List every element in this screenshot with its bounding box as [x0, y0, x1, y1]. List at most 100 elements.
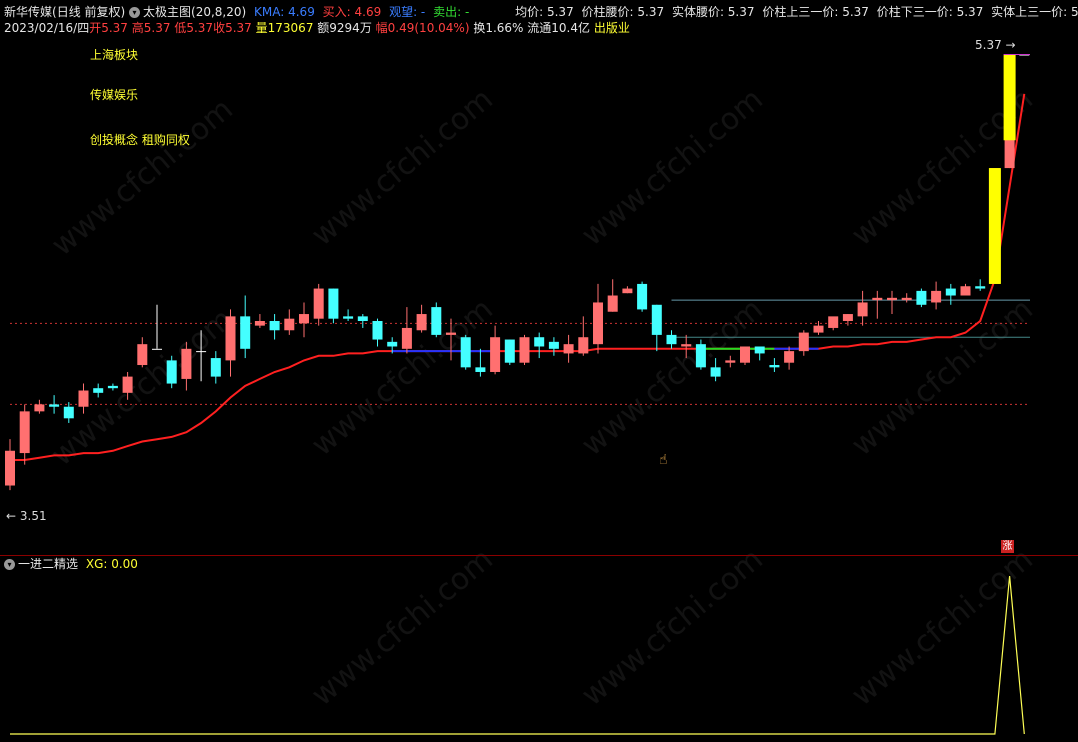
candle-body [269, 321, 280, 331]
candle-body [710, 367, 721, 377]
quote-low: 低5.37 [174, 21, 214, 35]
xg-line [10, 575, 1025, 735]
quote-amount: 额9294万 [317, 21, 372, 35]
candle-body [945, 288, 956, 296]
candle-body [166, 360, 177, 384]
candle-body [34, 404, 45, 412]
candle-body [740, 346, 750, 363]
candle-body [372, 321, 383, 340]
candle-body [107, 385, 118, 389]
candle-body [5, 450, 15, 486]
candle-body [887, 297, 897, 301]
candle-body [19, 411, 30, 454]
lower-third-price: 价柱下三一价: 5.37 [876, 5, 984, 19]
quote-float: 流通10.4亿 [527, 21, 591, 35]
quote-high: 高5.37 [131, 21, 171, 35]
signal-bar [1003, 54, 1016, 141]
entity-upper-third-price: 实体上三一价: 5.37 [991, 5, 1078, 19]
candle-body [651, 304, 662, 335]
candlestick-chart[interactable] [0, 36, 1078, 536]
candle-body [769, 365, 780, 368]
candle-body [254, 321, 265, 326]
quote-bar: 2023/02/16/四开5.37 高5.37 低5.37收5.37 量1730… [4, 20, 630, 36]
candle-body [725, 360, 736, 363]
candle-body [695, 344, 706, 368]
candle-body [401, 327, 412, 349]
price-low-label: ← 3.51 [6, 509, 47, 523]
candle-body [313, 288, 324, 319]
settings-icon[interactable]: ▾ [129, 7, 141, 18]
candle-body [534, 337, 545, 347]
candle-body [916, 290, 927, 305]
candle-body [181, 348, 192, 379]
candle-body [387, 341, 398, 347]
candle-body [225, 316, 236, 361]
period-label[interactable]: (日线 前复权) [52, 5, 125, 19]
candle-body [357, 316, 368, 321]
indicator-name[interactable]: 太极主图(20,8,20) [143, 5, 246, 19]
candle-body [63, 406, 74, 419]
candle-body [343, 316, 354, 319]
stock-name[interactable]: 新华传媒 [4, 5, 52, 19]
candle-body [93, 388, 104, 393]
quote-turnover: 换1.66% [473, 21, 524, 35]
candle-body [460, 337, 471, 368]
quote-industry[interactable]: 出版业 [594, 21, 630, 35]
candle-body [152, 348, 162, 350]
candle-body [475, 367, 486, 372]
candle-body [813, 325, 824, 333]
sub-indicator-chart[interactable] [0, 556, 1078, 742]
indicator-header: 新华传媒(日线 前复权) ▾ 太极主图(20,8,20) KMA: 4.69 买入… [4, 4, 1078, 20]
quote-volume: 量173067 [255, 21, 314, 35]
candle-body [49, 404, 60, 407]
mid-body-price: 价柱腰价: 5.37 [581, 5, 665, 19]
candle-body [328, 288, 339, 319]
candle-body [798, 332, 809, 352]
quote-change: 幅0.49(10.04%) [375, 21, 470, 35]
candle-body [78, 390, 89, 407]
candle-body [196, 351, 207, 353]
kma-value: KMA: 4.69 [254, 5, 315, 19]
candle-body [872, 297, 883, 301]
candle-body [842, 314, 853, 321]
hand-cursor-icon: ☝ [659, 452, 668, 468]
quote-open: 开5.37 [89, 21, 128, 35]
candle-body [210, 358, 221, 377]
candle-body [901, 297, 912, 301]
candle-body [519, 337, 530, 363]
price-high-label: 5.37 → [975, 38, 1016, 52]
candle-body [828, 316, 839, 328]
candle-body [446, 332, 456, 335]
candle-body [931, 290, 942, 303]
candle-body [416, 314, 427, 331]
quote-close: 收5.37 [213, 21, 252, 35]
candle-body [622, 288, 633, 294]
upper-third-price: 价柱上三一价: 5.37 [762, 5, 869, 19]
candle-body [754, 346, 765, 354]
candle-body [578, 337, 589, 354]
buy-value: 买入: 4.69 [322, 5, 382, 19]
candle-body [607, 295, 618, 312]
watch-value: 观望: - [389, 5, 426, 19]
candle-body [137, 344, 148, 366]
candle-body [975, 286, 986, 289]
sell-value: 卖出: - [433, 5, 470, 19]
candle-body [299, 314, 309, 324]
candle-body [784, 351, 795, 363]
candle-body [504, 339, 515, 363]
candle-body [563, 344, 574, 354]
quote-date: 2023/02/16/四 [4, 21, 90, 35]
candle-body [593, 302, 603, 345]
candle-body [666, 334, 677, 345]
candle-body [960, 286, 971, 296]
candle-body [431, 307, 442, 335]
signal-bar [988, 168, 1001, 284]
candle-body [240, 316, 251, 349]
candle-body [122, 376, 133, 393]
candle-body [857, 302, 868, 317]
candle-body [490, 337, 501, 372]
limit-up-badge: 涨 [1001, 540, 1014, 553]
ma-line [10, 93, 1026, 461]
avg-price: 均价: 5.37 [515, 5, 574, 19]
candle-body [681, 344, 692, 347]
